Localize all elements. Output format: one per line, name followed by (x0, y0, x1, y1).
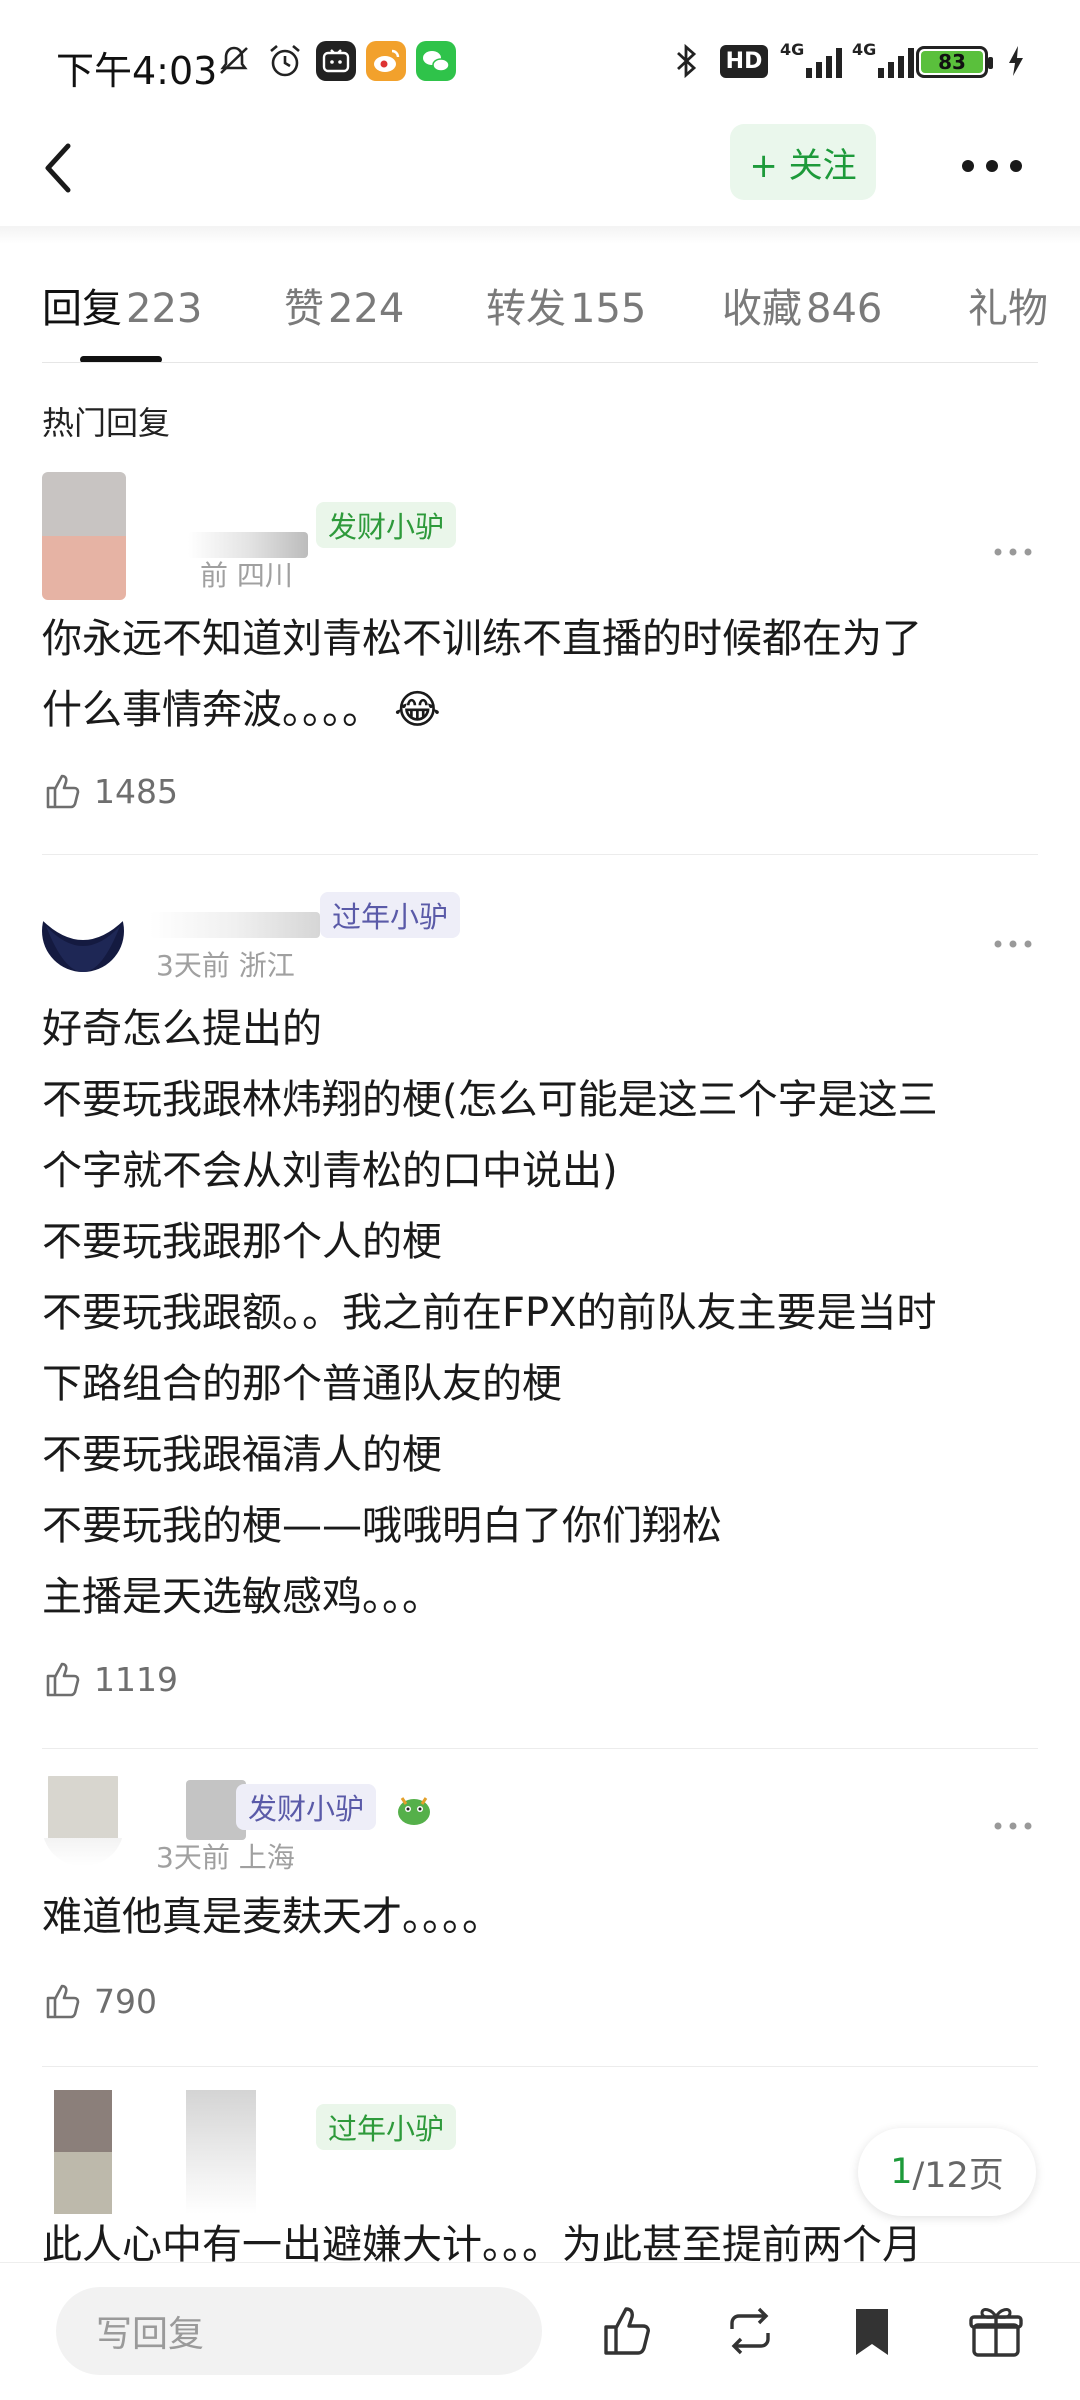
comment-more-icon[interactable] (990, 1816, 1036, 1836)
status-time: 下午4:03 (56, 49, 218, 93)
like-count: 1485 (94, 771, 178, 811)
mute-icon (214, 40, 254, 82)
user-badge: 过年小驴 (320, 892, 461, 938)
comment-divider (42, 2066, 1038, 2067)
avatar[interactable] (42, 1776, 124, 1866)
like-icon[interactable] (598, 2301, 658, 2361)
weibo-app-icon (366, 40, 406, 82)
wechat-app-icon (416, 40, 456, 82)
charging-icon (1004, 40, 1028, 82)
comment-meta: 3天前 上海 (156, 1841, 295, 1874)
comment-text: 好奇怎么提出的 不要玩我跟林炜翔的梗(怎么可能是这三个字是这三 个字就不会从刘青… (42, 1006, 938, 1620)
dragon-avatar-decoration-icon (392, 1786, 436, 1830)
bilibili-app-icon (316, 40, 356, 82)
bluetooth-icon (672, 40, 702, 82)
tab-bar: 回复 223 赞 224 转发 155 收藏 846 礼物 (42, 270, 1080, 370)
page-indicator[interactable]: 1/12页 (858, 2128, 1036, 2216)
signal-icon: 4G (780, 40, 850, 82)
like-button[interactable]: 1119 (42, 1656, 178, 1702)
user-badge: 发财小驴 (236, 1784, 377, 1830)
more-options-icon[interactable] (950, 140, 1034, 192)
signal-icon: 4G (852, 40, 922, 82)
comment-more-icon[interactable] (990, 934, 1036, 954)
tab-gifts[interactable]: 礼物 (968, 276, 1048, 334)
tab-replies[interactable]: 回复 223 (42, 276, 202, 334)
avatar[interactable] (42, 890, 124, 972)
battery-icon: 83 (916, 46, 993, 78)
tab-favorites[interactable]: 收藏 846 (722, 276, 882, 334)
comment-meta: 前 四川 (200, 559, 293, 592)
follow-button[interactable]: + 关注 (730, 124, 876, 200)
like-count: 1119 (94, 1659, 178, 1699)
tabs-divider (42, 362, 1038, 363)
top-nav-bar: + 关注 (0, 120, 1080, 230)
comment-divider (42, 854, 1038, 855)
like-button[interactable]: 1485 (42, 768, 178, 814)
tab-reposts[interactable]: 转发 155 (486, 276, 646, 334)
repost-icon[interactable] (720, 2301, 780, 2361)
comment-text: 难道他真是麦麸天才。。。。 (42, 1894, 502, 1940)
username-blurred[interactable] (150, 912, 320, 938)
comment-meta: 3天前 浙江 (156, 949, 295, 982)
header-divider (0, 226, 1080, 244)
like-button[interactable]: 790 (42, 1978, 157, 2024)
status-bar: 下午4:03 HD 4G 4G 83 (0, 0, 1080, 120)
avatar[interactable] (42, 2090, 124, 2214)
hd-voice-icon: HD (719, 40, 769, 82)
user-badge: 过年小驴 (316, 2104, 457, 2150)
reply-input[interactable]: 写回复 (56, 2287, 542, 2375)
alarm-icon (264, 40, 306, 82)
username-blurred[interactable] (186, 2090, 256, 2214)
gift-icon[interactable] (966, 2301, 1026, 2361)
bottom-action-bar: 写回复 (0, 2262, 1080, 2400)
comment-text: 你永远不知道刘青松不训练不直播的时候都在为了 什么事情奔波。。。。 😂 (42, 616, 922, 733)
comment-more-icon[interactable] (990, 542, 1036, 562)
like-count: 790 (94, 1981, 157, 2021)
comment-divider (42, 1748, 1038, 1749)
tab-likes[interactable]: 赞 224 (284, 276, 404, 334)
section-title: 热门回复 (42, 404, 171, 442)
bookmark-icon[interactable] (842, 2301, 902, 2361)
laughing-emoji: 😂 (394, 687, 441, 733)
avatar[interactable] (42, 472, 126, 600)
user-badge: 发财小驴 (316, 502, 457, 548)
back-arrow-icon[interactable] (28, 128, 108, 208)
